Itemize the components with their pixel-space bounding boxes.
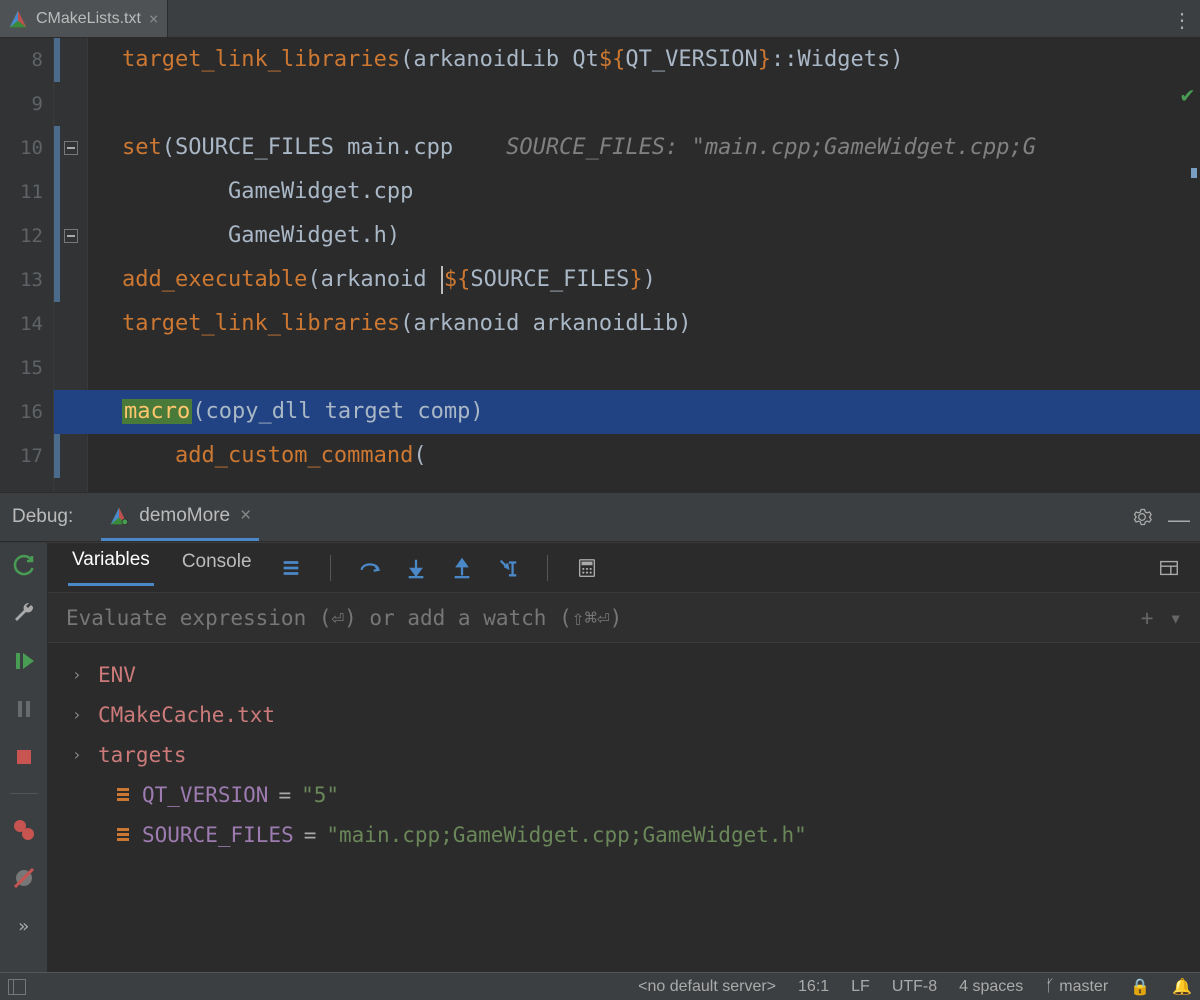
rerun-icon[interactable] xyxy=(12,553,36,577)
list-icon xyxy=(114,827,132,843)
step-out-icon[interactable] xyxy=(451,557,473,579)
gear-icon[interactable] xyxy=(1132,507,1152,527)
add-watch-icon[interactable]: + xyxy=(1141,606,1154,630)
file-tab[interactable]: CMakeLists.txt × xyxy=(0,0,168,37)
debug-config-tab[interactable]: demoMore × xyxy=(101,493,259,541)
debug-left-toolbar: » xyxy=(0,543,48,972)
breakpoints-icon[interactable] xyxy=(12,818,36,842)
resume-icon[interactable] xyxy=(12,649,36,673)
run-to-cursor-icon[interactable] xyxy=(497,557,519,579)
expand-icon[interactable]: › xyxy=(72,655,88,695)
file-tab-label: CMakeLists.txt xyxy=(36,10,141,28)
dropdown-icon[interactable]: ▾ xyxy=(1169,606,1182,630)
status-server[interactable]: <no default server> xyxy=(638,978,776,996)
code-editor[interactable]: 8 9 10 11 12 13 14 15 16 17 ✔ target_lin… xyxy=(0,38,1200,492)
status-indent[interactable]: 4 spaces xyxy=(959,978,1023,996)
tab-console[interactable]: Console xyxy=(178,551,256,585)
kebab-menu-icon[interactable]: ⋮ xyxy=(1172,8,1192,32)
debug-panel: » Variables Console Evaluate expression … xyxy=(0,542,1200,972)
more-icon[interactable]: » xyxy=(12,914,36,938)
expand-icon[interactable]: › xyxy=(72,735,88,775)
variables-tree[interactable]: ›ENV ›CMakeCache.txt ›targets QT_VERSION… xyxy=(48,643,1200,972)
wrench-icon[interactable] xyxy=(12,601,36,625)
cmake-icon xyxy=(109,506,129,526)
pause-icon[interactable] xyxy=(12,697,36,721)
lock-icon[interactable]: 🔒 xyxy=(1130,977,1150,997)
status-eol[interactable]: LF xyxy=(851,978,870,996)
debug-inner-toolbar: Variables Console xyxy=(48,543,1200,593)
evaluate-input[interactable]: Evaluate expression (⏎) or add a watch (… xyxy=(48,593,1200,643)
inspection-ok-icon[interactable]: ✔ xyxy=(1181,74,1194,118)
text-cursor xyxy=(441,266,443,294)
close-icon[interactable]: × xyxy=(149,9,159,28)
status-encoding[interactable]: UTF-8 xyxy=(892,978,937,996)
var-value: QT_VERSION = "5" xyxy=(72,775,1176,815)
var-value: SOURCE_FILES = "main.cpp;GameWidget.cpp;… xyxy=(72,815,1176,855)
list-icon xyxy=(114,787,132,803)
calculator-icon[interactable] xyxy=(576,557,598,579)
status-caret-pos[interactable]: 16:1 xyxy=(798,978,829,996)
mute-breakpoints-icon[interactable] xyxy=(12,866,36,890)
fold-toggle-icon[interactable] xyxy=(64,229,78,243)
stop-icon[interactable] xyxy=(12,745,36,769)
var-node: ›ENV xyxy=(72,655,1176,695)
line-gutter: 8 9 10 11 12 13 14 15 16 17 xyxy=(0,38,54,492)
list-icon[interactable] xyxy=(280,557,302,579)
step-over-icon[interactable] xyxy=(359,557,381,579)
status-bar: <no default server> 16:1 LF UTF-8 4 spac… xyxy=(0,972,1200,1000)
git-branch[interactable]: ᚶ master xyxy=(1045,978,1108,996)
step-into-icon[interactable] xyxy=(405,557,427,579)
toolwindow-toggle-icon[interactable] xyxy=(8,979,26,995)
fold-toggle-icon[interactable] xyxy=(64,141,78,155)
bell-icon[interactable]: 🔔 xyxy=(1172,977,1192,997)
close-icon[interactable]: × xyxy=(240,505,251,527)
cmake-icon xyxy=(8,9,28,29)
expand-icon[interactable]: › xyxy=(72,695,88,735)
var-node: ›CMakeCache.txt xyxy=(72,695,1176,735)
error-stripe-mark[interactable] xyxy=(1191,168,1197,178)
debug-label: Debug: xyxy=(12,506,73,528)
tab-variables[interactable]: Variables xyxy=(68,549,154,586)
debug-toolwindow-header: Debug: demoMore × — xyxy=(0,492,1200,542)
editor-tabbar: CMakeLists.txt × ⋮ xyxy=(0,0,1200,38)
layout-icon[interactable] xyxy=(1158,557,1180,579)
minimize-icon[interactable]: — xyxy=(1168,507,1188,527)
code-area[interactable]: ✔ target_link_libraries(arkanoidLib Qt${… xyxy=(88,38,1200,492)
var-node: ›targets xyxy=(72,735,1176,775)
